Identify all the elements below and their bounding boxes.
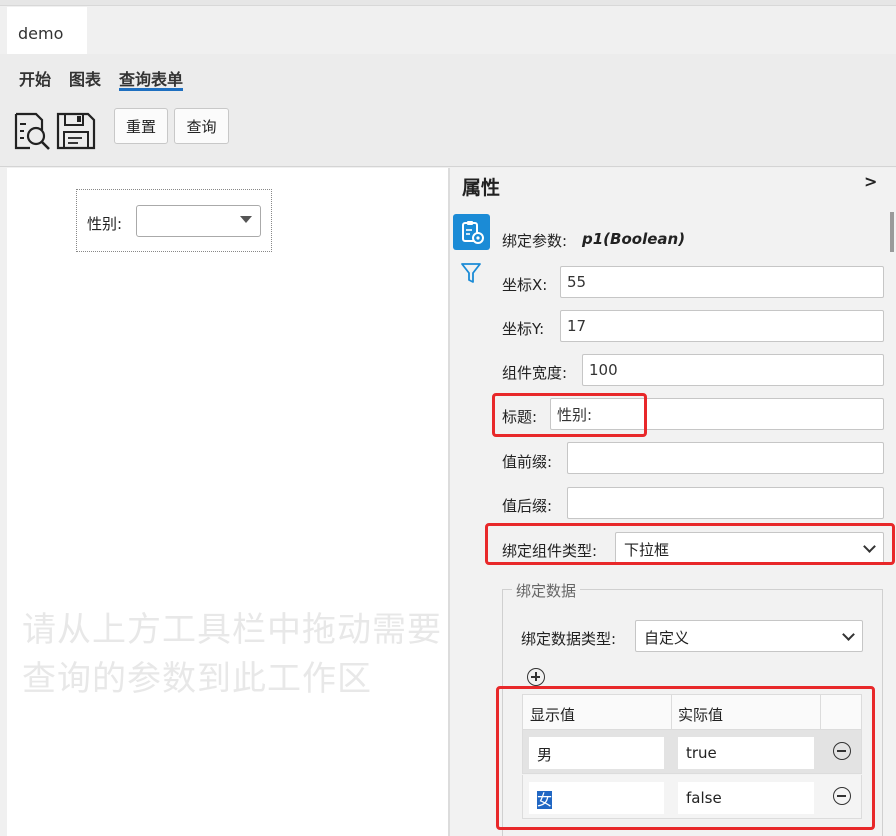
width-label: 组件宽度: bbox=[502, 364, 568, 382]
app-window: demo 开始 图表 查询表单 重置 查询 性别: 请从上方工具栏中拖动需要查询… bbox=[0, 0, 896, 836]
y-input[interactable] bbox=[560, 310, 884, 342]
y-label: 坐标Y: bbox=[502, 320, 545, 338]
prefix-label: 值前缀: bbox=[502, 453, 553, 471]
query-field-dropdown[interactable] bbox=[136, 205, 261, 237]
bind-param-label: 绑定参数: bbox=[502, 232, 568, 250]
bind-param-value: p1(Boolean) bbox=[582, 230, 686, 248]
x-label: 坐标X: bbox=[502, 276, 548, 294]
data-type-value: 自定义 bbox=[644, 629, 690, 647]
data-type-label: 绑定数据类型: bbox=[521, 630, 617, 648]
reset-button[interactable]: 重置 bbox=[114, 108, 168, 144]
data-type-select[interactable]: 自定义 bbox=[635, 620, 863, 652]
workspace-hint: 请从上方工具栏中拖动需要查询的参数到此工作区 bbox=[22, 610, 442, 699]
menu-item-query-form[interactable]: 查询表单 bbox=[119, 66, 183, 90]
preview-icon[interactable] bbox=[12, 112, 52, 150]
properties-tab[interactable] bbox=[453, 214, 490, 250]
x-input[interactable] bbox=[560, 266, 884, 298]
workspace-canvas[interactable] bbox=[7, 168, 448, 836]
suffix-label: 值后缀: bbox=[502, 497, 553, 515]
chevron-down-icon bbox=[842, 628, 855, 641]
menu-item-chart[interactable]: 图表 bbox=[69, 66, 101, 90]
query-button[interactable]: 查询 bbox=[174, 108, 229, 144]
width-input[interactable] bbox=[582, 354, 884, 386]
suffix-input[interactable] bbox=[567, 487, 884, 519]
clipboard-settings-icon bbox=[462, 221, 484, 244]
bind-data-group-title: 绑定数据 bbox=[512, 580, 581, 601]
save-icon[interactable] bbox=[56, 112, 96, 150]
document-tab-label: demo bbox=[18, 24, 64, 43]
component-type-highlight bbox=[485, 523, 895, 565]
panel-scrollbar[interactable] bbox=[890, 212, 894, 252]
prefix-input[interactable] bbox=[567, 442, 884, 474]
panel-title: 属性 bbox=[462, 177, 501, 199]
collapse-panel-button[interactable]: > bbox=[864, 172, 877, 191]
filter-icon[interactable] bbox=[458, 260, 484, 286]
caret-down-icon bbox=[240, 216, 252, 223]
menu-item-start[interactable]: 开始 bbox=[19, 66, 51, 90]
active-menu-underline bbox=[119, 88, 183, 91]
caption-highlight bbox=[492, 393, 647, 437]
table-highlight bbox=[496, 686, 875, 830]
query-field-label: 性别: bbox=[87, 215, 123, 233]
add-row-icon[interactable] bbox=[527, 668, 545, 686]
document-tab[interactable]: demo bbox=[7, 7, 87, 54]
title-strip bbox=[0, 0, 896, 6]
